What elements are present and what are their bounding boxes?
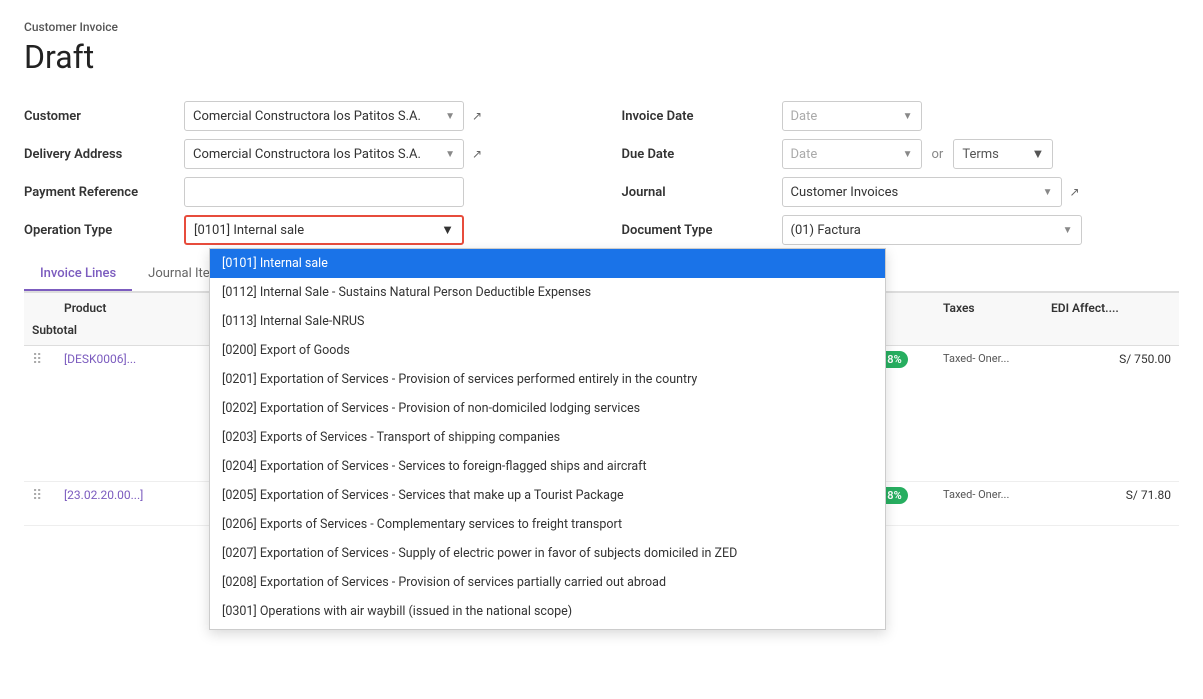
dropdown-item[interactable]: [0112] Internal Sale - Sustains Natural … [210,278,885,307]
operation-type-input[interactable]: [0101] Internal sale ▼ [184,215,464,245]
operation-type-dropdown-arrow: ▼ [441,222,454,238]
customer-row: Customer Comercial Constructora los Pati… [24,100,602,132]
operation-type-label: Operation Type [24,223,184,238]
invoice-date-row: Invoice Date Date ▼ [622,100,1180,132]
document-type-label: Document Type [622,223,782,238]
dropdown-item[interactable]: [0206] Exports of Services - Complementa… [210,510,885,539]
due-date-input[interactable]: Date ▼ [782,139,922,169]
tax-cell: Taxed- Oner... [943,488,1043,501]
operation-type-value-container: [0101] Internal sale ▼ [184,215,602,245]
delivery-input[interactable]: Comercial Constructora los Patitos S.A. … [184,139,464,169]
journal-input[interactable]: Customer Invoices ▼ [782,177,1062,207]
dropdown-item[interactable]: [0302] Passenger rail transport operatio… [210,626,885,629]
dropdown-item[interactable]: [0203] Exports of Services - Transport o… [210,423,885,452]
document-type-value-container: (01) Factura ▼ [782,215,1180,245]
operation-type-dropdown: [0101] Internal sale [0112] Internal Sal… [209,248,886,630]
tax-cell: Taxed- Oner... [943,352,1043,365]
drag-handle[interactable]: ⠿ [32,352,56,368]
delivery-external-link[interactable]: ↗ [472,147,482,161]
invoice-date-label: Invoice Date [622,109,782,124]
product-cell[interactable]: [23.02.20.00...] [64,488,224,502]
customer-external-link[interactable]: ↗ [472,109,482,123]
dropdown-item[interactable]: [0207] Exportation of Services - Supply … [210,539,885,568]
due-date-value-container: Date ▼ or Terms ▼ [782,139,1180,169]
dropdown-item[interactable]: [0204] Exportation of Services - Service… [210,452,885,481]
document-type-row: Document Type (01) Factura ▼ [622,214,1180,246]
drag-handle[interactable]: ⠿ [32,488,56,504]
dropdown-item[interactable]: [0101] Internal sale [210,249,885,278]
subtotal-cell: S/ 750.00 [1051,352,1171,366]
page-subtitle: Customer Invoice [24,20,1179,34]
tab-invoice-lines[interactable]: Invoice Lines [24,258,132,291]
journal-dropdown-arrow: ▼ [1043,187,1053,198]
form-right: Invoice Date Date ▼ Due Date Date ▼ or [602,100,1180,246]
dropdown-item[interactable]: [0205] Exportation of Services - Service… [210,481,885,510]
document-type-dropdown-arrow: ▼ [1063,225,1073,236]
dropdown-item[interactable]: [0201] Exportation of Services - Provisi… [210,365,885,394]
invoice-date-input[interactable]: Date ▼ [782,101,922,131]
dropdown-item[interactable]: [0301] Operations with air waybill (issu… [210,597,885,626]
journal-value-container: Customer Invoices ▼ ↗ [782,177,1180,207]
col-drag [32,301,56,315]
delivery-dropdown-arrow: ▼ [445,149,455,160]
operation-type-row: Operation Type [0101] Internal sale ▼ [24,214,602,246]
document-type-input[interactable]: (01) Factura ▼ [782,215,1082,245]
dropdown-item[interactable]: [0208] Exportation of Services - Provisi… [210,568,885,597]
col-subtotal-header: Subtotal [32,323,56,337]
customer-input[interactable]: Comercial Constructora los Patitos S.A. … [184,101,464,131]
terms-input[interactable]: Terms ▼ [953,139,1053,169]
journal-external-link[interactable]: ↗ [1070,185,1080,199]
invoice-date-value-container: Date ▼ [782,101,1180,131]
delivery-value-container: Comercial Constructora los Patitos S.A. … [184,139,602,169]
customer-dropdown-arrow: ▼ [445,111,455,122]
journal-label: Journal [622,185,782,200]
due-date-row: Due Date Date ▼ or Terms ▼ [622,138,1180,170]
or-text: or [932,147,944,162]
form-left: Customer Comercial Constructora los Pati… [24,100,602,246]
payment-ref-value-container [184,177,602,207]
invoice-date-arrow: ▼ [903,111,913,122]
page-title: Draft [24,38,1179,76]
product-cell[interactable]: [DESK0006]... [64,352,224,366]
col-edi-header: EDI Affect.... [1051,301,1171,315]
due-date-arrow: ▼ [903,149,913,160]
dropdown-item[interactable]: [0202] Exportation of Services - Provisi… [210,394,885,423]
dropdown-item[interactable]: [0113] Internal Sale-NRUS [210,307,885,336]
due-date-label: Due Date [622,147,782,162]
delivery-address-row: Delivery Address Comercial Constructora … [24,138,602,170]
delivery-label: Delivery Address [24,147,184,162]
payment-ref-label: Payment Reference [24,185,184,200]
journal-row: Journal Customer Invoices ▼ ↗ [622,176,1180,208]
customer-label: Customer [24,109,184,124]
terms-arrow: ▼ [1031,146,1044,162]
col-product-header: Product [64,301,224,315]
col-taxes-header: Taxes [943,301,1043,315]
customer-value-container: Comercial Constructora los Patitos S.A. … [184,101,602,131]
payment-ref-input[interactable] [184,177,464,207]
dropdown-scroll-area[interactable]: [0101] Internal sale [0112] Internal Sal… [210,249,885,629]
dropdown-item[interactable]: [0200] Export of Goods [210,336,885,365]
payment-ref-row: Payment Reference [24,176,602,208]
subtotal-cell: S/ 71.80 [1051,488,1171,502]
